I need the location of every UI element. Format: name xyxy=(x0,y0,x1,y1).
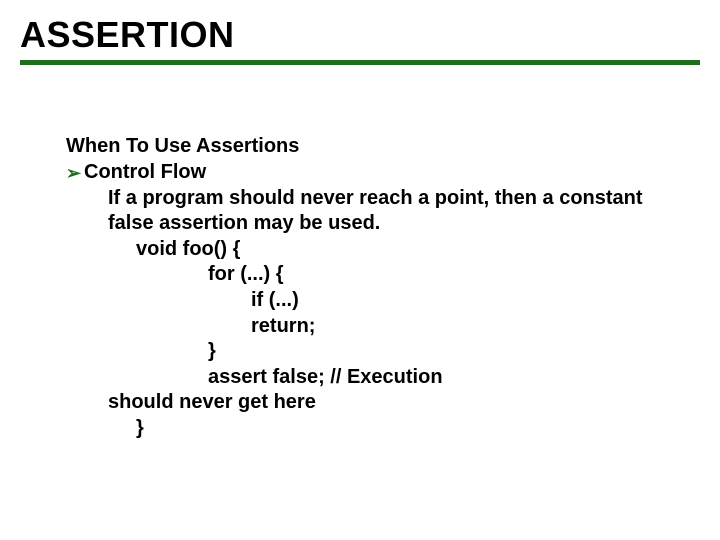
code-line: for (...) { xyxy=(136,262,666,288)
code-block: void foo() { for (...) { if (...) return… xyxy=(66,237,666,391)
slide-body: When To Use Assertions ➢ Control Flow If… xyxy=(66,134,666,442)
code-line: should never get here xyxy=(66,390,666,416)
code-line: } xyxy=(66,416,666,442)
title-underline xyxy=(20,60,700,65)
code-line: assert false; // Execution xyxy=(136,365,666,391)
bullet-label: Control Flow xyxy=(84,160,206,186)
section-heading: When To Use Assertions xyxy=(66,134,666,160)
code-line: if (...) xyxy=(136,288,666,314)
code-line: void foo() { xyxy=(136,237,666,263)
slide-title: ASSERTION xyxy=(20,14,235,56)
bullet-description: If a program should never reach a point,… xyxy=(66,186,666,237)
code-line: return; xyxy=(136,314,666,340)
code-line: } xyxy=(136,339,666,365)
bullet-row: ➢ Control Flow xyxy=(66,160,666,186)
arrow-bullet-icon: ➢ xyxy=(66,160,84,186)
slide: ASSERTION When To Use Assertions ➢ Contr… xyxy=(0,0,720,540)
